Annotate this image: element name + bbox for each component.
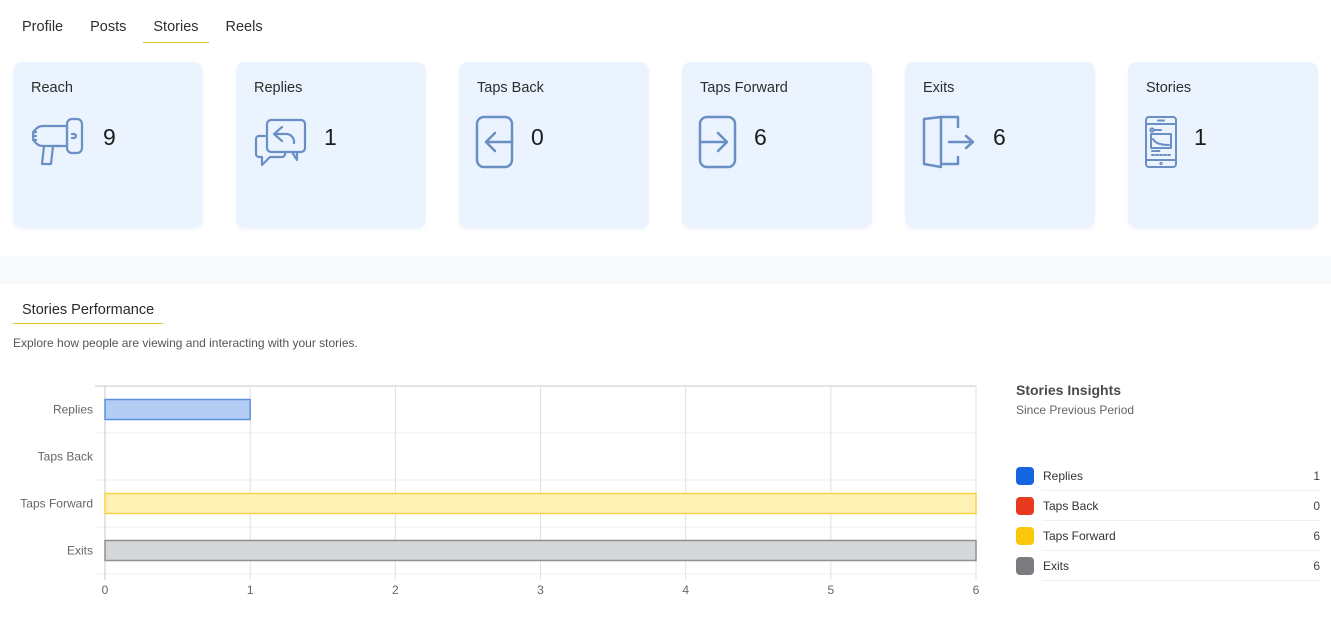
exit-door-icon bbox=[921, 114, 981, 170]
metric-value: 1 bbox=[1194, 124, 1207, 150]
color-swatch bbox=[1016, 557, 1034, 575]
x-tick-label: 1 bbox=[247, 583, 254, 597]
legend-value: 6 bbox=[1313, 559, 1320, 573]
legend-value: 6 bbox=[1313, 529, 1320, 543]
megaphone-icon bbox=[29, 114, 89, 170]
legend-value: 0 bbox=[1313, 499, 1320, 513]
metric-cards: Reach 9 Replies 1 Taps Back 0 Taps Forwa… bbox=[13, 62, 1318, 228]
legend-label: Taps Forward bbox=[1043, 529, 1116, 543]
tab-reels[interactable]: Reels bbox=[216, 14, 273, 43]
metric-card-reach: Reach 9 bbox=[13, 62, 203, 228]
x-tick-label: 6 bbox=[973, 583, 980, 597]
metric-title: Taps Forward bbox=[700, 80, 788, 96]
legend-label: Replies bbox=[1043, 469, 1084, 483]
x-tick-label: 0 bbox=[102, 583, 109, 597]
legend-value: 1 bbox=[1313, 469, 1320, 483]
metric-title: Exits bbox=[923, 80, 955, 96]
x-tick-label: 3 bbox=[537, 583, 544, 597]
color-swatch bbox=[1016, 527, 1034, 545]
legend-item-exits[interactable]: Exits 6 bbox=[1016, 551, 1320, 581]
metric-title: Taps Back bbox=[477, 80, 544, 96]
metric-value: 6 bbox=[754, 124, 767, 150]
insights-legend: Replies 1 Taps Back 0 Taps Forward 6 Exi… bbox=[1016, 461, 1320, 581]
metric-title: Stories bbox=[1146, 80, 1192, 96]
metric-card-replies: Replies 1 bbox=[236, 62, 426, 228]
bar-exits bbox=[104, 539, 977, 562]
metric-title: Reach bbox=[31, 80, 73, 96]
tap-back-icon bbox=[475, 114, 535, 170]
y-category-label: Replies bbox=[53, 403, 93, 417]
tap-forward-icon bbox=[698, 114, 758, 170]
tab-stories[interactable]: Stories bbox=[143, 14, 209, 43]
metric-card-exits: Exits 6 bbox=[905, 62, 1095, 228]
x-tick-label: 2 bbox=[392, 583, 399, 597]
tab-posts[interactable]: Posts bbox=[80, 14, 136, 43]
metric-card-taps-back: Taps Back 0 bbox=[459, 62, 649, 228]
metric-value: 9 bbox=[103, 124, 116, 150]
insights-title: Stories Insights bbox=[1016, 382, 1122, 398]
stories-performance-chart: 0 1 2 3 4 5 6 Replies Taps Back Taps Forward Exits bbox=[20, 385, 980, 597]
reply-chat-icon bbox=[252, 114, 312, 170]
x-tick-label: 4 bbox=[682, 583, 689, 597]
legend-item-taps-forward[interactable]: Taps Forward 6 bbox=[1016, 521, 1320, 551]
section-divider bbox=[0, 256, 1331, 284]
x-tick-label: 5 bbox=[827, 583, 834, 597]
legend-item-replies[interactable]: Replies 1 bbox=[1016, 461, 1320, 491]
metric-card-taps-forward: Taps Forward 6 bbox=[682, 62, 872, 228]
insights-panel: Stories Insights Since Previous Period R… bbox=[1016, 382, 1320, 581]
tab-profile[interactable]: Profile bbox=[12, 14, 73, 43]
legend-label: Taps Back bbox=[1043, 499, 1099, 513]
color-swatch bbox=[1016, 467, 1034, 485]
metric-card-stories: Stories 1 bbox=[1128, 62, 1318, 228]
y-category-label: Taps Back bbox=[38, 450, 94, 464]
bar-taps-forward bbox=[104, 492, 977, 515]
y-category-label: Taps Forward bbox=[20, 497, 93, 511]
metric-value: 6 bbox=[993, 124, 1006, 150]
section-description: Explore how people are viewing and inter… bbox=[13, 336, 358, 350]
legend-label: Exits bbox=[1043, 559, 1070, 573]
metric-value: 1 bbox=[324, 124, 337, 150]
tab-bar: Profile Posts Stories Reels bbox=[12, 14, 280, 43]
section-title: Stories Performance bbox=[13, 297, 164, 324]
color-swatch bbox=[1016, 497, 1034, 515]
insights-subtitle: Since Previous Period bbox=[1016, 403, 1135, 417]
metric-title: Replies bbox=[254, 80, 303, 96]
y-category-label: Exits bbox=[67, 544, 93, 558]
metric-value: 0 bbox=[531, 124, 544, 150]
legend-item-taps-back[interactable]: Taps Back 0 bbox=[1016, 491, 1320, 521]
bar-replies bbox=[104, 398, 251, 421]
